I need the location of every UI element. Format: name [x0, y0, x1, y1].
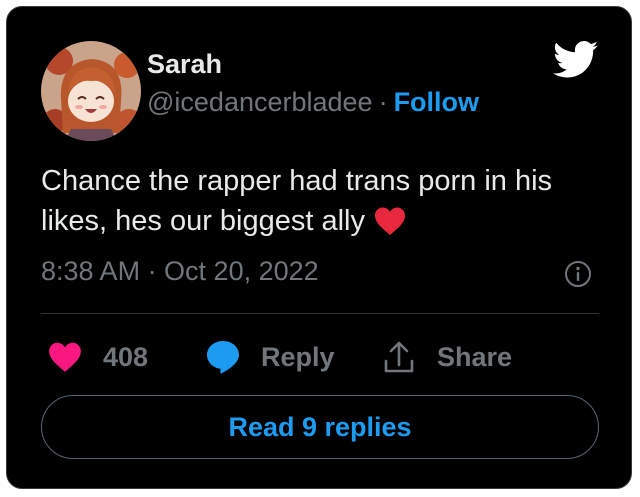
separator-dot: · [378, 87, 388, 117]
tweet-text: Chance the rapper had trans porn in his … [41, 161, 601, 247]
red-heart-emoji-icon [373, 206, 407, 247]
info-icon[interactable] [564, 260, 592, 288]
follow-button[interactable]: Follow [394, 87, 479, 117]
share-button[interactable]: Share [381, 337, 512, 377]
avatar[interactable] [41, 41, 141, 141]
author-name[interactable]: Sarah [147, 49, 222, 80]
read-replies-label: Read 9 replies [228, 411, 412, 442]
divider [41, 313, 599, 314]
share-label: Share [437, 341, 513, 372]
heart-icon [49, 342, 81, 372]
like-count: 408 [103, 341, 149, 372]
twitter-bird-icon[interactable] [553, 41, 599, 79]
avatar-illustration [41, 41, 141, 141]
speech-bubble-icon [207, 341, 239, 374]
tweet-card: Sarah @icedancerbladee · Follow Chance the… [6, 6, 632, 489]
reply-button[interactable]: Reply [205, 337, 335, 377]
reply-label: Reply [261, 341, 335, 372]
tweet-body: Chance the rapper had trans porn in his … [41, 165, 553, 237]
tweet-timestamp[interactable]: 8:38 AM · Oct 20, 2022 [41, 256, 319, 287]
like-button[interactable]: 408 [47, 337, 148, 377]
share-upload-icon [384, 341, 414, 373]
author-handle-row: @icedancerbladee · Follow [147, 87, 479, 118]
author-handle[interactable]: @icedancerbladee [147, 87, 373, 117]
read-replies-button[interactable]: Read 9 replies [41, 395, 599, 459]
